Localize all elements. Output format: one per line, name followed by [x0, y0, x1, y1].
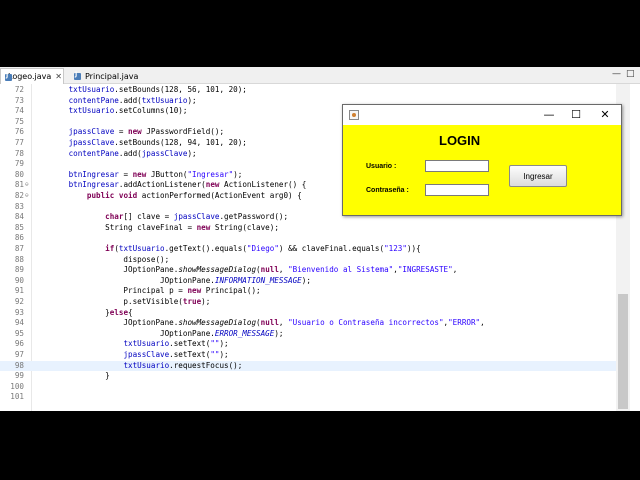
line-number: 85	[14, 222, 24, 232]
line-number: 82	[14, 191, 24, 200]
code-line[interactable]: 97 jpassClave.setText("");	[0, 350, 616, 361]
code-line[interactable]: 72 txtUsuario.setBounds(128, 56, 101, 20…	[0, 85, 616, 96]
line-number: 78	[14, 148, 24, 158]
code-text: JOptionPane.INFORMATION_MESSAGE);	[32, 275, 311, 285]
code-text: }	[32, 371, 110, 381]
code-text: Principal p = new Principal();	[32, 286, 261, 296]
editor-tab-bar: Logeo.java ✕ Principal.java — □	[0, 67, 640, 84]
line-number: 81	[14, 180, 24, 190]
code-text: btnIngresar = new JButton("Ingresar");	[68, 169, 243, 179]
code-text: dispose();	[32, 254, 170, 264]
code-text: if(txtUsuario.getText().equals("Diego") …	[105, 244, 421, 253]
usuario-label: Usuario :	[366, 163, 397, 170]
login-form: LOGIN Usuario : Contraseña : Ingresar	[343, 125, 621, 215]
code-text: p.setVisible(true);	[32, 297, 211, 306]
code-text: txtUsuario.setText("");	[123, 339, 229, 349]
code-text: txtUsuario.setColumns(10);	[68, 106, 188, 116]
code-line[interactable]: 91 Principal p = new Principal();	[0, 286, 616, 297]
code-text: JOptionPane.showMessageDialog(null, "Bie…	[32, 265, 458, 275]
code-text: txtUsuario.setBounds(128, 56, 101, 20);	[68, 85, 247, 94]
code-text: public void actionPerformed(ActionEvent …	[86, 191, 302, 200]
tab-label: Principal.java	[85, 71, 139, 81]
maximize-view-icon[interactable]: □	[626, 69, 635, 79]
code-line[interactable]: 93 }else{	[0, 308, 616, 319]
code-text: txtUsuario.requestFocus();	[123, 360, 243, 370]
line-number: 99	[14, 371, 24, 381]
code-line[interactable]: 96 txtUsuario.setText("");	[0, 339, 616, 350]
code-text: btnIngresar.addActionListener(new Action…	[68, 180, 307, 190]
line-number: 77	[14, 138, 24, 147]
line-number: 80	[14, 169, 24, 179]
code-text: jpassClave = new JPasswordField();	[68, 127, 225, 137]
code-text: contentPane.add(jpassClave);	[68, 148, 197, 158]
tab-principal-java[interactable]: Principal.java	[70, 68, 150, 84]
clave-label: Contraseña :	[366, 187, 409, 194]
code-line[interactable]: 95 JOptionPane.ERROR_MESSAGE);	[0, 329, 616, 340]
code-line[interactable]: 100	[0, 382, 616, 393]
code-text: jpassClave.setBounds(128, 94, 101, 20);	[68, 138, 247, 147]
maximize-button[interactable]: ☐	[566, 107, 586, 123]
line-number: 90	[14, 275, 24, 285]
code-text: contentPane.add(txtUsuario);	[68, 95, 197, 105]
line-number: 84	[14, 212, 24, 222]
tab-logeo-java[interactable]: Logeo.java ✕	[0, 68, 64, 84]
line-number: 101	[10, 392, 24, 402]
line-number: 83	[14, 201, 24, 211]
line-number: 92	[14, 297, 24, 306]
java-file-icon	[74, 71, 82, 80]
line-number: 97	[14, 350, 24, 359]
scrollbar-thumb[interactable]	[618, 294, 628, 409]
close-tab-icon[interactable]: ✕	[55, 72, 62, 81]
line-number: 89	[14, 265, 24, 275]
code-line[interactable]: 98 txtUsuario.requestFocus();	[0, 360, 616, 372]
code-line[interactable]: 92 p.setVisible(true);	[0, 297, 616, 308]
minimize-button[interactable]: —	[539, 107, 559, 123]
line-number: 100	[10, 381, 24, 391]
line-number: 79	[14, 159, 24, 169]
code-text: JOptionPane.ERROR_MESSAGE);	[32, 328, 284, 338]
minimize-view-icon[interactable]: —	[612, 69, 621, 79]
code-text: jpassClave.setText("");	[123, 350, 229, 359]
video-letterbox-top	[0, 0, 640, 67]
clave-password-input[interactable]	[425, 184, 489, 196]
java-app-icon	[349, 110, 359, 120]
line-number: 75	[14, 116, 24, 126]
line-number: 76	[14, 127, 24, 137]
line-number: 98	[14, 360, 24, 370]
code-line[interactable]: 94 JOptionPane.showMessageDialog(null, "…	[0, 318, 616, 329]
login-window: — ☐ ✕ LOGIN Usuario : Contraseña : Ingre…	[342, 104, 622, 216]
ingresar-button[interactable]: Ingresar	[509, 165, 567, 187]
code-line[interactable]: 99 }	[0, 371, 616, 382]
line-number: 93	[14, 307, 24, 317]
code-line[interactable]: 88 dispose();	[0, 255, 616, 266]
fold-collapse-icon[interactable]: ⊖	[25, 191, 31, 202]
line-number: 94	[14, 318, 24, 328]
line-number: 74	[14, 106, 24, 116]
code-line[interactable]: 85 String claveFinal = new String(clave)…	[0, 223, 616, 234]
code-line[interactable]: 101	[0, 392, 616, 403]
video-letterbox-bottom	[0, 411, 640, 480]
line-number: 87	[14, 244, 24, 253]
close-button[interactable]: ✕	[595, 107, 615, 123]
code-line[interactable]: 89 JOptionPane.showMessageDialog(null, "…	[0, 265, 616, 276]
line-number: 95	[14, 328, 24, 338]
code-text: String claveFinal = new String(clave);	[32, 222, 279, 232]
line-number: 86	[14, 233, 24, 243]
line-number: 88	[14, 254, 24, 264]
line-number: 73	[14, 95, 24, 105]
code-text: }else{	[32, 307, 133, 317]
code-line[interactable]: 90 JOptionPane.INFORMATION_MESSAGE);	[0, 276, 616, 287]
line-number: 96	[14, 339, 24, 349]
login-window-titlebar[interactable]: — ☐ ✕	[343, 105, 621, 125]
code-text: char[] clave = jpassClave.getPassword();	[105, 212, 289, 222]
code-line[interactable]: 87 if(txtUsuario.getText().equals("Diego…	[0, 244, 616, 255]
line-number: 91	[14, 286, 24, 296]
line-number: 72	[14, 85, 24, 94]
fold-collapse-icon[interactable]: ⊖	[25, 180, 31, 191]
usuario-input[interactable]	[425, 160, 489, 172]
login-heading: LOGIN	[439, 133, 481, 148]
tab-label: Logeo.java	[8, 72, 52, 81]
code-line[interactable]: 86	[0, 233, 616, 244]
code-text: JOptionPane.showMessageDialog(null, "Usu…	[32, 318, 485, 328]
